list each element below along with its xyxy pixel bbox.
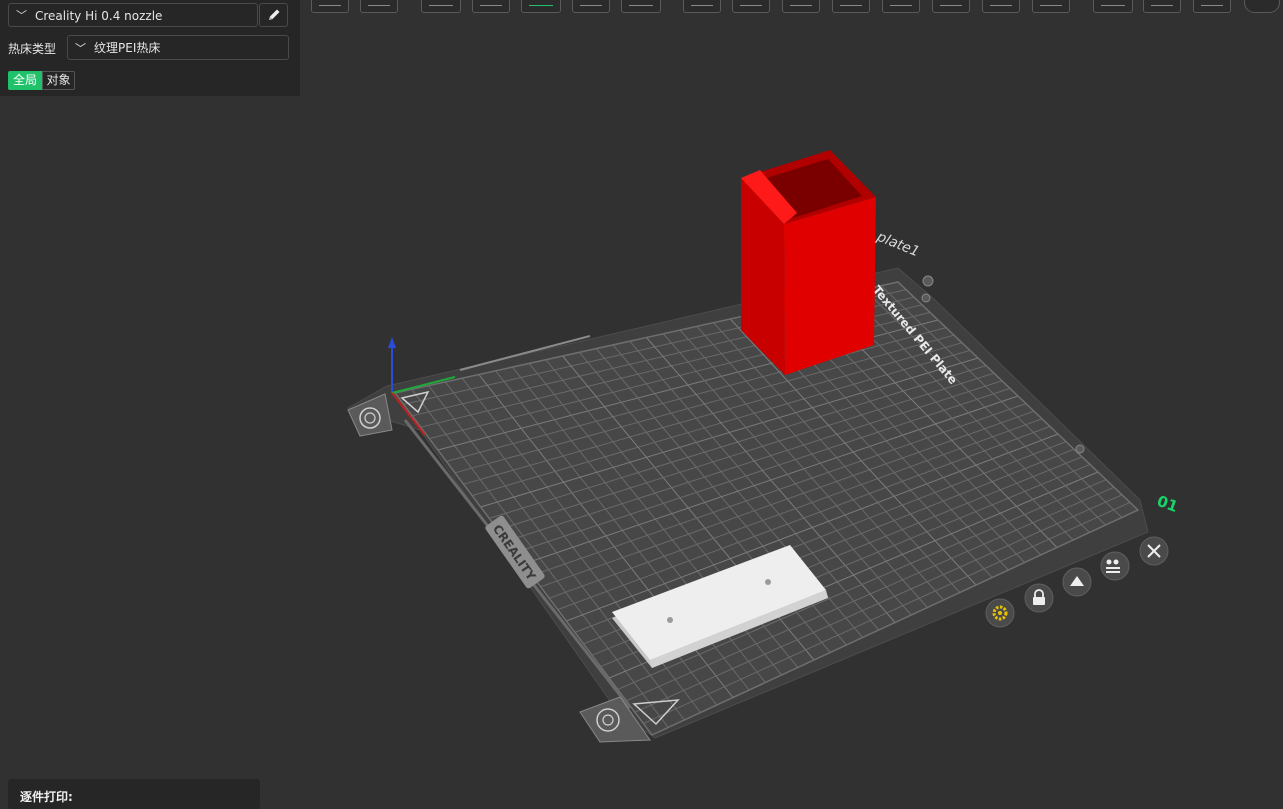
3d-viewport[interactable]: CREALITY plate1 Textured PEI Plate 01	[0, 0, 1283, 804]
print-sequence-panel: 逐件打印:	[8, 779, 260, 809]
plate-orient-button[interactable]	[1062, 567, 1092, 597]
plate-pin-icon	[1075, 444, 1085, 454]
red-box-model[interactable]	[741, 150, 876, 375]
plate-name-label: plate1	[874, 228, 922, 260]
print-by-object-label: 逐件打印:	[20, 790, 73, 804]
plate-pin-icon	[921, 293, 931, 303]
plate-settings-button[interactable]	[985, 598, 1015, 628]
plate-arrange-button[interactable]	[1100, 551, 1130, 581]
plate-pin-icon	[922, 275, 934, 287]
plate-close-button[interactable]	[1139, 536, 1169, 566]
plate-number-label: 01	[1155, 492, 1181, 516]
plate-lock-button[interactable]	[1024, 583, 1054, 613]
